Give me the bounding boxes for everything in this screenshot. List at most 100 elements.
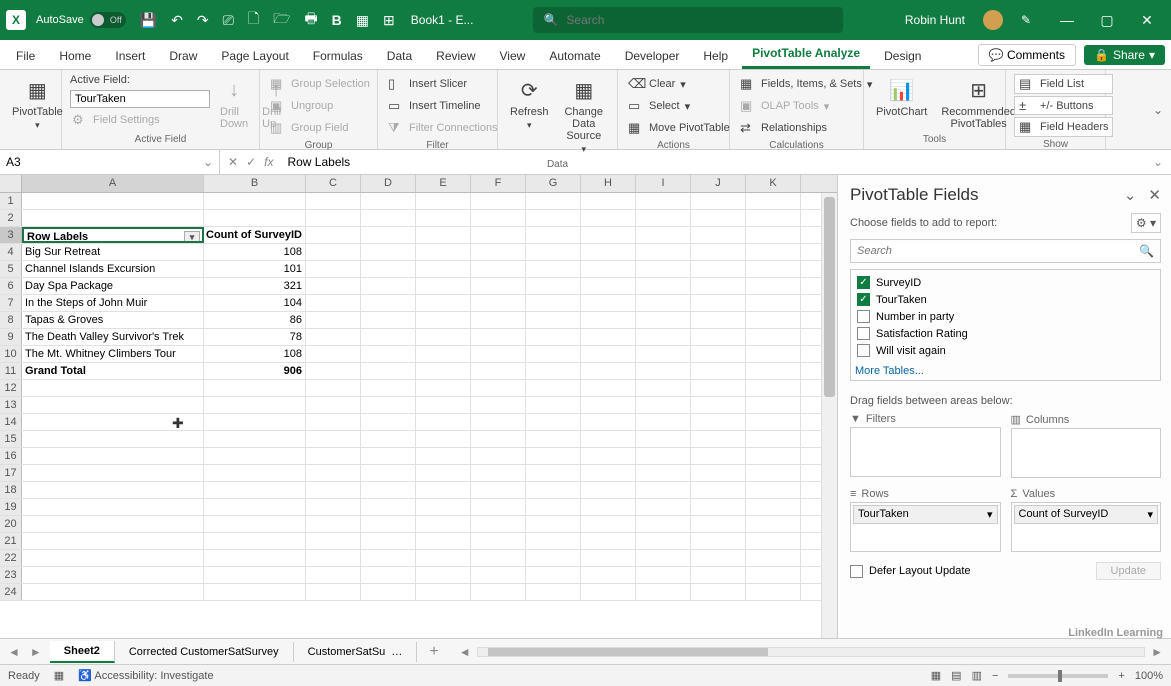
zoom-in-icon[interactable]: + [1118, 670, 1124, 682]
redo-icon[interactable]: ↷ [197, 12, 209, 29]
cell[interactable] [526, 482, 581, 498]
cell[interactable] [361, 584, 416, 600]
cell[interactable] [636, 363, 691, 379]
cell[interactable] [361, 244, 416, 260]
cell[interactable]: 104 [204, 295, 306, 311]
search-box[interactable]: 🔍 [533, 7, 843, 33]
cell[interactable] [204, 431, 306, 447]
cell[interactable] [416, 329, 471, 345]
cell[interactable] [204, 533, 306, 549]
cell[interactable] [636, 567, 691, 583]
cell[interactable] [471, 448, 526, 464]
cell[interactable] [416, 363, 471, 379]
cell[interactable] [581, 550, 636, 566]
cell[interactable] [22, 465, 204, 481]
cell[interactable] [526, 414, 581, 430]
cell[interactable] [416, 550, 471, 566]
chevron-down-icon[interactable]: ▾ [1147, 508, 1153, 521]
select-button[interactable]: ▭Select ▾ [626, 96, 732, 116]
cell[interactable] [361, 295, 416, 311]
pane-close-icon[interactable]: ✕ [1148, 186, 1161, 204]
save-icon[interactable]: 💾 [140, 12, 157, 29]
move-pivot-button[interactable]: ▦Move PivotTable [626, 118, 732, 138]
cell[interactable] [361, 329, 416, 345]
cell[interactable] [204, 397, 306, 413]
cell[interactable] [636, 414, 691, 430]
formula-input[interactable]: Row Labels [281, 155, 1144, 169]
cell[interactable] [636, 346, 691, 362]
cell[interactable] [526, 346, 581, 362]
fields-items-sets-button[interactable]: ▦Fields, Items, & Sets ▾ [738, 74, 874, 94]
cell[interactable] [581, 482, 636, 498]
cell[interactable] [416, 261, 471, 277]
col-header-k[interactable]: K [746, 175, 801, 192]
cell[interactable]: Count of SurveyID [204, 227, 306, 243]
row-header[interactable]: 22 [0, 550, 22, 566]
cell[interactable] [526, 380, 581, 396]
row-header[interactable]: 7 [0, 295, 22, 311]
close-button[interactable]: ✕ [1129, 12, 1165, 29]
accessibility-status[interactable]: ♿ Accessibility: Investigate [78, 669, 213, 682]
cell[interactable] [22, 533, 204, 549]
cell[interactable] [526, 431, 581, 447]
cell[interactable] [746, 584, 801, 600]
autosave-toggle[interactable]: Off [90, 12, 126, 28]
col-header-i[interactable]: I [636, 175, 691, 192]
cell[interactable] [581, 567, 636, 583]
cell[interactable] [581, 414, 636, 430]
col-header-h[interactable]: H [581, 175, 636, 192]
cell[interactable] [204, 516, 306, 532]
cell[interactable] [306, 499, 361, 515]
cell[interactable] [204, 567, 306, 583]
cell[interactable] [746, 499, 801, 515]
cell[interactable] [526, 329, 581, 345]
col-header-c[interactable]: C [306, 175, 361, 192]
pivottable-button[interactable]: ▦ PivotTable ▾ [8, 74, 67, 133]
row-header[interactable]: 2 [0, 210, 22, 226]
cell[interactable] [526, 278, 581, 294]
cell[interactable]: Tapas & Groves [22, 312, 204, 328]
cell[interactable] [691, 363, 746, 379]
cell[interactable] [204, 465, 306, 481]
cell[interactable]: The Mt. Whitney Climbers Tour [22, 346, 204, 362]
row-header[interactable]: 19 [0, 499, 22, 515]
cell[interactable] [581, 312, 636, 328]
cell[interactable] [691, 414, 746, 430]
cell[interactable] [746, 448, 801, 464]
cancel-formula-icon[interactable]: ✕ [228, 155, 238, 169]
cell[interactable] [471, 193, 526, 209]
cell[interactable]: Row Labels [22, 227, 204, 243]
cell[interactable] [306, 295, 361, 311]
cell[interactable] [306, 482, 361, 498]
fields-search[interactable]: 🔍 [850, 239, 1161, 263]
checkbox-icon[interactable] [857, 327, 870, 340]
cell[interactable] [361, 346, 416, 362]
filter-connections-button[interactable]: ⧩Filter Connections [386, 118, 500, 138]
macro-icon[interactable]: ▦ [54, 669, 64, 682]
cell[interactable] [471, 227, 526, 243]
tab-automate[interactable]: Automate [539, 43, 610, 69]
cell[interactable] [471, 210, 526, 226]
row-header[interactable]: 5 [0, 261, 22, 277]
cell[interactable] [416, 414, 471, 430]
pen-icon[interactable]: ✎ [1021, 13, 1031, 27]
row-header[interactable]: 13 [0, 397, 22, 413]
cell[interactable] [581, 397, 636, 413]
refresh-button[interactable]: ⟳Refresh▾ [506, 74, 553, 133]
cell[interactable] [691, 550, 746, 566]
cell[interactable] [636, 550, 691, 566]
field-headers-button[interactable]: ▦Field Headers [1014, 117, 1113, 137]
cell[interactable] [22, 380, 204, 396]
cell[interactable]: 906 [204, 363, 306, 379]
cell[interactable]: Big Sur Retreat [22, 244, 204, 260]
cell[interactable] [691, 278, 746, 294]
cell[interactable] [306, 380, 361, 396]
row-header[interactable]: 3 [0, 227, 22, 243]
cell[interactable] [306, 550, 361, 566]
cell[interactable] [416, 465, 471, 481]
cell[interactable] [416, 516, 471, 532]
cell[interactable] [746, 329, 801, 345]
cell[interactable] [204, 210, 306, 226]
cell[interactable] [746, 567, 801, 583]
cell[interactable] [306, 448, 361, 464]
